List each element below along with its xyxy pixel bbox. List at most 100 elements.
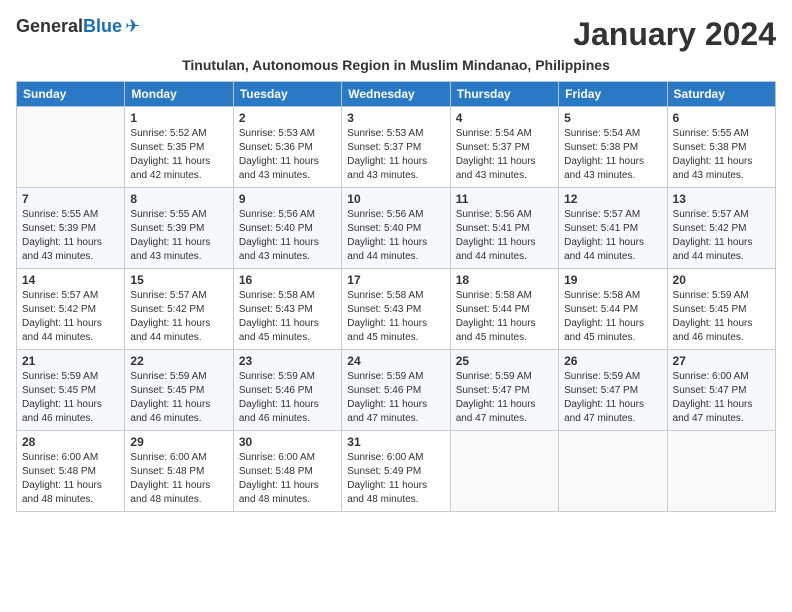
table-row: 4 Sunrise: 5:54 AMSunset: 5:37 PMDaylight… xyxy=(450,107,558,188)
day-number: 29 xyxy=(130,435,227,449)
table-row: 6Sunrise: 5:55 AMSunset: 5:38 PMDaylight… xyxy=(667,107,775,188)
day-number: 26 xyxy=(564,354,661,368)
day-info: Sunrise: 6:00 AMSunset: 5:48 PMDaylight:… xyxy=(22,451,119,507)
table-row: 16 Sunrise: 5:58 AMSunset: 5:43 PMDayligh… xyxy=(233,269,341,350)
calendar-week-row: 21 Sunrise: 5:59 AMSunset: 5:45 PMDayligh… xyxy=(17,350,776,431)
day-number: 19 xyxy=(564,273,661,287)
day-info: Sunrise: 6:00 AMSunset: 5:48 PMDaylight:… xyxy=(239,451,336,507)
day-number: 15 xyxy=(130,273,227,287)
col-saturday: Saturday xyxy=(667,82,775,107)
day-info: Sunrise: 5:52 AMSunset: 5:35 PMDaylight:… xyxy=(130,127,227,183)
table-row: 12 Sunrise: 5:57 AMSunset: 5:41 PMDayligh… xyxy=(559,188,667,269)
day-number: 14 xyxy=(22,273,119,287)
day-number: 10 xyxy=(347,192,444,206)
calendar-week-row: 28Sunrise: 6:00 AMSunset: 5:48 PMDayligh… xyxy=(17,431,776,512)
table-row: 27 Sunrise: 6:00 AMSunset: 5:47 PMDayligh… xyxy=(667,350,775,431)
day-number: 20 xyxy=(673,273,770,287)
table-row: 23Sunrise: 5:59 AMSunset: 5:46 PMDayligh… xyxy=(233,350,341,431)
day-info: Sunrise: 6:00 AMSunset: 5:48 PMDaylight:… xyxy=(130,451,227,507)
day-number: 16 xyxy=(239,273,336,287)
day-number: 7 xyxy=(22,192,119,206)
logo-general: General xyxy=(16,16,83,36)
day-info: Sunrise: 5:59 AMSunset: 5:45 PMDaylight:… xyxy=(130,370,227,426)
logo: GeneralBlue ✈ xyxy=(16,16,140,37)
table-row: 22 Sunrise: 5:59 AMSunset: 5:45 PMDayligh… xyxy=(125,350,233,431)
page-container: GeneralBlue ✈ January 2024 Tinutulan, Au… xyxy=(16,16,776,512)
day-info: Sunrise: 5:58 AMSunset: 5:43 PMDaylight:… xyxy=(347,289,444,345)
day-info: Sunrise: 5:56 AMSunset: 5:40 PMDaylight:… xyxy=(239,208,336,264)
subtitle: Tinutulan, Autonomous Region in Muslim M… xyxy=(16,57,776,73)
table-row: 29 Sunrise: 6:00 AMSunset: 5:48 PMDayligh… xyxy=(125,431,233,512)
col-friday: Friday xyxy=(559,82,667,107)
day-number: 25 xyxy=(456,354,553,368)
day-info: Sunrise: 5:56 AMSunset: 5:40 PMDaylight:… xyxy=(347,208,444,264)
day-info: Sunrise: 5:57 AMSunset: 5:41 PMDaylight:… xyxy=(564,208,661,264)
table-row: 13Sunrise: 5:57 AMSunset: 5:42 PMDayligh… xyxy=(667,188,775,269)
day-info: Sunrise: 5:59 AMSunset: 5:46 PMDaylight:… xyxy=(347,370,444,426)
table-row: 14 Sunrise: 5:57 AMSunset: 5:42 PMDayligh… xyxy=(17,269,125,350)
day-number: 17 xyxy=(347,273,444,287)
table-row: 7 Sunrise: 5:55 AMSunset: 5:39 PMDaylight… xyxy=(17,188,125,269)
header: GeneralBlue ✈ January 2024 xyxy=(16,16,776,53)
table-row xyxy=(667,431,775,512)
day-number: 4 xyxy=(456,111,553,125)
day-info: Sunrise: 6:00 AMSunset: 5:47 PMDaylight:… xyxy=(673,370,770,426)
day-number: 13 xyxy=(673,192,770,206)
day-number: 21 xyxy=(22,354,119,368)
day-number: 18 xyxy=(456,273,553,287)
table-row: 30 Sunrise: 6:00 AMSunset: 5:48 PMDayligh… xyxy=(233,431,341,512)
day-info: Sunrise: 5:53 AMSunset: 5:36 PMDaylight:… xyxy=(239,127,336,183)
col-tuesday: Tuesday xyxy=(233,82,341,107)
day-info: Sunrise: 5:54 AMSunset: 5:38 PMDaylight:… xyxy=(564,127,661,183)
day-info: Sunrise: 5:57 AMSunset: 5:42 PMDaylight:… xyxy=(130,289,227,345)
day-info: Sunrise: 5:59 AMSunset: 5:45 PMDaylight:… xyxy=(22,370,119,426)
day-info: Sunrise: 5:58 AMSunset: 5:44 PMDaylight:… xyxy=(564,289,661,345)
table-row: 10 Sunrise: 5:56 AMSunset: 5:40 PMDayligh… xyxy=(342,188,450,269)
table-row: 19 Sunrise: 5:58 AMSunset: 5:44 PMDayligh… xyxy=(559,269,667,350)
day-number: 27 xyxy=(673,354,770,368)
table-row: 21 Sunrise: 5:59 AMSunset: 5:45 PMDayligh… xyxy=(17,350,125,431)
table-row: 17 Sunrise: 5:58 AMSunset: 5:43 PMDayligh… xyxy=(342,269,450,350)
table-row: 1Sunrise: 5:52 AMSunset: 5:35 PMDaylight… xyxy=(125,107,233,188)
table-row: 20 Sunrise: 5:59 AMSunset: 5:45 PMDayligh… xyxy=(667,269,775,350)
day-info: Sunrise: 5:54 AMSunset: 5:37 PMDaylight:… xyxy=(456,127,553,183)
calendar-header-row: Sunday Monday Tuesday Wednesday Thursday… xyxy=(17,82,776,107)
col-sunday: Sunday xyxy=(17,82,125,107)
calendar-week-row: 7 Sunrise: 5:55 AMSunset: 5:39 PMDaylight… xyxy=(17,188,776,269)
calendar-table: Sunday Monday Tuesday Wednesday Thursday… xyxy=(16,81,776,512)
table-row xyxy=(450,431,558,512)
table-row: 3 Sunrise: 5:53 AMSunset: 5:37 PMDaylight… xyxy=(342,107,450,188)
table-row: 9 Sunrise: 5:56 AMSunset: 5:40 PMDaylight… xyxy=(233,188,341,269)
day-number: 22 xyxy=(130,354,227,368)
calendar-week-row: 1Sunrise: 5:52 AMSunset: 5:35 PMDaylight… xyxy=(17,107,776,188)
table-row: 2Sunrise: 5:53 AMSunset: 5:36 PMDaylight… xyxy=(233,107,341,188)
day-info: Sunrise: 5:57 AMSunset: 5:42 PMDaylight:… xyxy=(22,289,119,345)
day-number: 9 xyxy=(239,192,336,206)
table-row: 11Sunrise: 5:56 AMSunset: 5:41 PMDayligh… xyxy=(450,188,558,269)
logo-area: GeneralBlue ✈ xyxy=(16,16,140,37)
col-monday: Monday xyxy=(125,82,233,107)
day-number: 12 xyxy=(564,192,661,206)
table-row: 24 Sunrise: 5:59 AMSunset: 5:46 PMDayligh… xyxy=(342,350,450,431)
day-info: Sunrise: 5:58 AMSunset: 5:43 PMDaylight:… xyxy=(239,289,336,345)
day-number: 24 xyxy=(347,354,444,368)
day-number: 30 xyxy=(239,435,336,449)
day-info: Sunrise: 5:59 AMSunset: 5:47 PMDaylight:… xyxy=(564,370,661,426)
day-info: Sunrise: 5:55 AMSunset: 5:39 PMDaylight:… xyxy=(22,208,119,264)
day-info: Sunrise: 5:58 AMSunset: 5:44 PMDaylight:… xyxy=(456,289,553,345)
day-info: Sunrise: 5:59 AMSunset: 5:45 PMDaylight:… xyxy=(673,289,770,345)
day-number: 8 xyxy=(130,192,227,206)
col-wednesday: Wednesday xyxy=(342,82,450,107)
day-info: Sunrise: 5:59 AMSunset: 5:47 PMDaylight:… xyxy=(456,370,553,426)
col-thursday: Thursday xyxy=(450,82,558,107)
day-info: Sunrise: 5:53 AMSunset: 5:37 PMDaylight:… xyxy=(347,127,444,183)
day-info: Sunrise: 5:55 AMSunset: 5:38 PMDaylight:… xyxy=(673,127,770,183)
table-row: 25 Sunrise: 5:59 AMSunset: 5:47 PMDayligh… xyxy=(450,350,558,431)
table-row xyxy=(17,107,125,188)
day-number: 11 xyxy=(456,192,553,206)
table-row xyxy=(559,431,667,512)
table-row: 28Sunrise: 6:00 AMSunset: 5:48 PMDayligh… xyxy=(17,431,125,512)
day-number: 3 xyxy=(347,111,444,125)
table-row: 26 Sunrise: 5:59 AMSunset: 5:47 PMDayligh… xyxy=(559,350,667,431)
day-number: 31 xyxy=(347,435,444,449)
